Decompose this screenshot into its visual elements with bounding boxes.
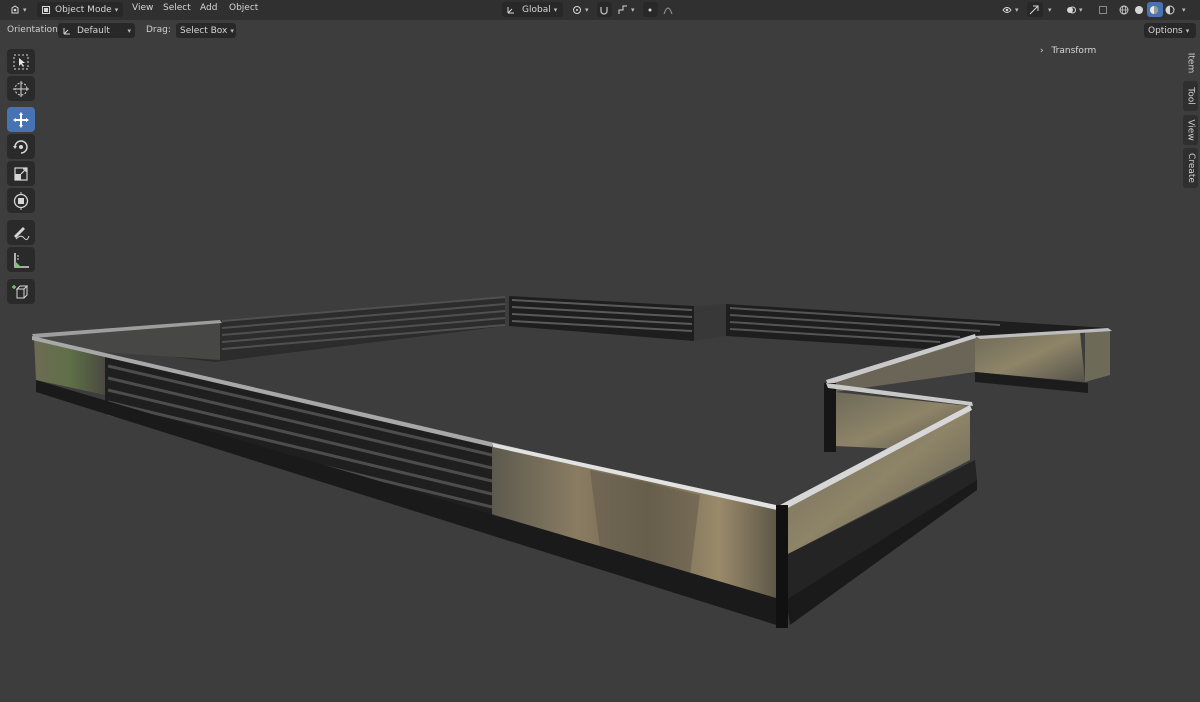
material-sphere-icon	[1150, 5, 1158, 14]
object-mode-icon	[42, 5, 50, 14]
move-icon	[13, 111, 29, 128]
tool-select-box[interactable]	[7, 49, 35, 74]
orientation-field-label: Orientation:	[7, 25, 61, 35]
xray-icon	[1099, 5, 1107, 14]
drag-field-label: Drag:	[146, 25, 171, 35]
proportional-falloff-selector[interactable]	[659, 2, 679, 17]
measure-icon	[14, 252, 29, 268]
shading-solid[interactable]	[1132, 2, 1147, 17]
chevron-down-icon: ▾	[127, 26, 131, 35]
chevron-down-icon: ▾	[1185, 26, 1190, 35]
tab-view[interactable]: View	[1183, 115, 1198, 145]
proportional-editing-toggle[interactable]	[643, 2, 658, 17]
overlays-icon	[1067, 6, 1076, 13]
tool-measure[interactable]	[7, 247, 35, 272]
tab-tool[interactable]: Tool	[1183, 81, 1198, 111]
rotate-icon	[13, 139, 28, 154]
mode-label: Object Mode	[55, 4, 112, 15]
menu-object[interactable]: Object	[229, 3, 258, 13]
rendered-sphere-icon	[1165, 5, 1175, 14]
scale-icon	[14, 166, 28, 181]
chevron-down-icon: ▾	[631, 5, 635, 14]
mode-selector[interactable]: Object Mode ▾	[37, 2, 123, 17]
snap-toggle[interactable]	[597, 2, 612, 17]
orientation-dropdown[interactable]: Default ▾	[58, 23, 135, 38]
transform-panel-title: Transform	[1051, 46, 1097, 56]
orientation-gizmo-icon	[507, 6, 514, 13]
add-cube-icon	[12, 284, 29, 298]
annotate-icon	[14, 226, 30, 240]
snap-target-selector[interactable]: ▾	[614, 2, 640, 17]
magnet-icon	[600, 6, 608, 15]
proportional-dot-icon	[648, 8, 652, 11]
back-gap	[694, 304, 726, 341]
shading-dropdown[interactable]: ▾	[1180, 2, 1194, 17]
chevron-down-icon: ▾	[1015, 5, 1019, 14]
pivot-point-selector[interactable]: ▾	[568, 2, 594, 17]
orientation-label: Global	[522, 4, 551, 15]
front-left-slatted	[105, 356, 492, 520]
shading-rendered[interactable]	[1163, 2, 1178, 17]
tool-settings-bar: Orientation: Default ▾ Drag: Select Box …	[0, 20, 1200, 41]
scene-render	[32, 296, 1112, 628]
options-dropdown[interactable]: Options ▾	[1144, 23, 1196, 38]
tab-item-label: Item	[1185, 52, 1196, 74]
gizmo-toggle[interactable]	[1027, 2, 1043, 17]
tab-view-label: View	[1185, 119, 1196, 141]
transform-icon	[13, 191, 29, 210]
menu-view[interactable]: View	[132, 3, 153, 13]
falloff-curve-icon	[663, 7, 673, 14]
chevron-down-icon: ▾	[114, 5, 119, 14]
chevron-down-icon: ▾	[1079, 5, 1083, 14]
shading-wireframe[interactable]	[1117, 2, 1132, 17]
options-label: Options	[1148, 25, 1183, 36]
snap-increment-icon	[618, 5, 627, 14]
menu-add[interactable]: Add	[200, 3, 217, 13]
tab-item[interactable]: Item	[1183, 48, 1198, 78]
transform-panel-header[interactable]: › Transform	[1040, 46, 1180, 60]
viewport-header: ▾ Object Mode ▾ View Select Add Object G…	[0, 0, 1200, 21]
menu-select[interactable]: Select	[163, 3, 191, 13]
notch-post	[824, 383, 836, 452]
tool-cursor[interactable]	[7, 76, 35, 101]
overlays-toggle[interactable]: ▾	[1062, 2, 1088, 17]
cursor-icon	[13, 80, 29, 97]
tool-move[interactable]	[7, 107, 35, 132]
tab-tool-label: Tool	[1185, 87, 1196, 105]
3d-viewport[interactable]	[0, 41, 1182, 702]
tool-rotate[interactable]	[7, 134, 35, 159]
orientation-dropdown-value: Default	[77, 25, 110, 36]
tab-create[interactable]: Create	[1183, 148, 1198, 188]
orientation-gizmo-icon	[63, 27, 70, 34]
wireframe-sphere-icon	[1119, 5, 1129, 14]
editor-type-selector[interactable]: ▾	[6, 2, 32, 17]
drag-dropdown-value: Select Box	[180, 25, 228, 36]
editor-type-icon	[11, 4, 19, 13]
gizmo-dropdown[interactable]: ▾	[1046, 2, 1060, 17]
chevron-down-icon: ▾	[1182, 5, 1186, 14]
chevron-down-icon: ▾	[23, 5, 27, 14]
corner-post	[776, 505, 788, 628]
glass-right-end	[1085, 330, 1110, 382]
visibility-selector[interactable]: ▾	[998, 2, 1024, 17]
select-box-icon	[13, 54, 29, 69]
tool-add-cube[interactable]	[7, 279, 35, 304]
chevron-down-icon: ▾	[553, 5, 558, 14]
chevron-down-icon: ▾	[1048, 5, 1052, 14]
transform-orientation-selector[interactable]: Global ▾	[502, 2, 563, 17]
tab-create-label: Create	[1185, 153, 1196, 183]
chevron-down-icon: ▾	[585, 5, 589, 14]
tool-annotate[interactable]	[7, 220, 35, 245]
eye-icon	[1002, 6, 1012, 13]
solid-sphere-icon	[1135, 5, 1143, 14]
shading-material-preview[interactable]	[1147, 2, 1163, 17]
gizmo-icon	[1029, 5, 1039, 14]
pivot-icon	[573, 5, 581, 14]
chevron-right-icon: ›	[1040, 46, 1044, 56]
xray-toggle[interactable]	[1096, 2, 1111, 17]
chevron-down-icon: ▾	[230, 26, 234, 35]
tool-transform[interactable]	[7, 188, 35, 213]
drag-dropdown[interactable]: Select Box ▾	[176, 23, 236, 38]
tool-scale[interactable]	[7, 161, 35, 186]
